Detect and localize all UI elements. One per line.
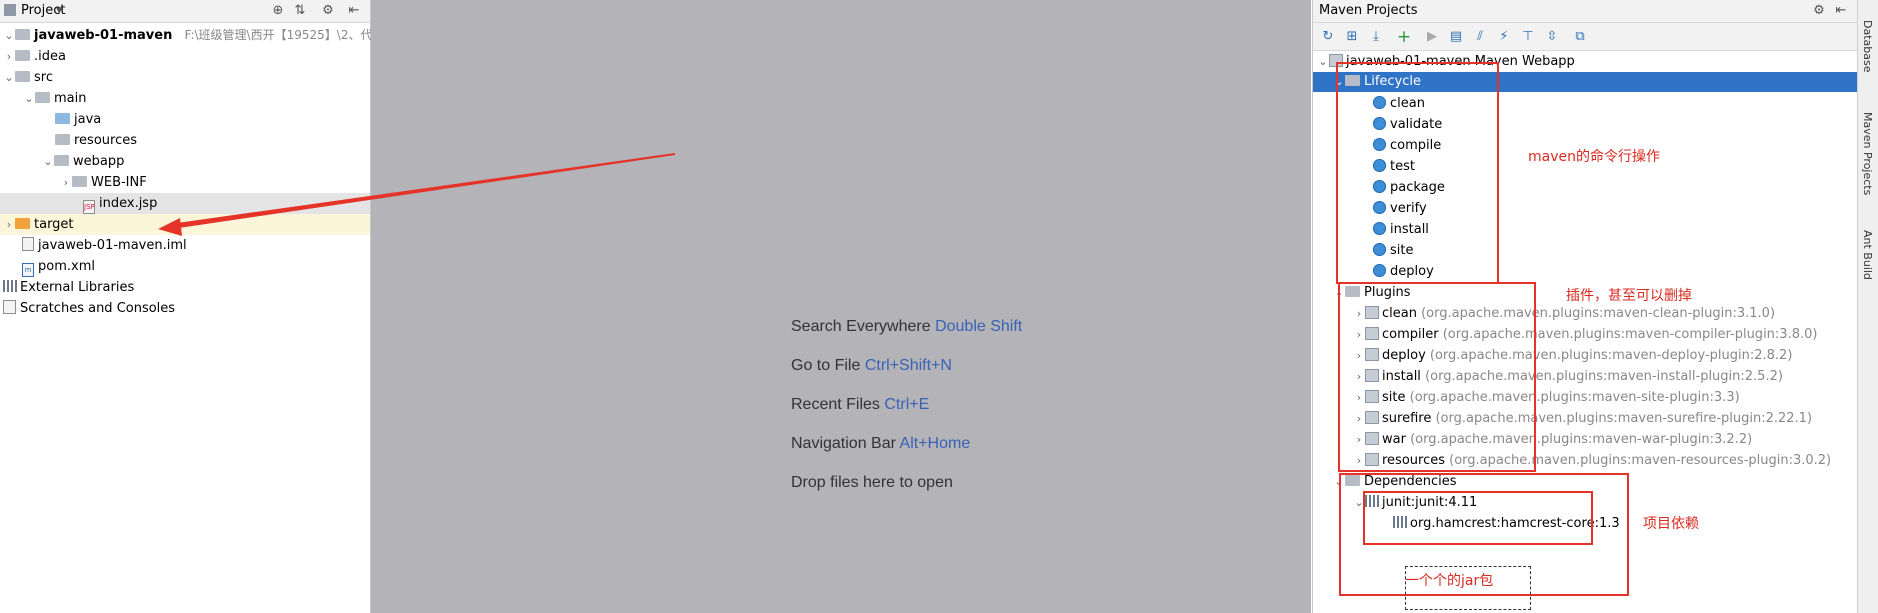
collapse-all-icon[interactable]: ⇳ <box>1543 28 1561 46</box>
annotation-box-plugins <box>1338 282 1536 472</box>
settings-gear-icon[interactable]: ⚙ <box>1811 3 1827 19</box>
add-icon[interactable]: + <box>1395 28 1413 46</box>
maven-panel-header: Maven Projects ⚙ ⇤ <box>1313 0 1857 23</box>
annotation-jar-note: 一个个的jar包 <box>1405 573 1494 589</box>
maven-toolbar: ↻ ⊞ ⤓ + ▶ ▤ ⫽ ⚡ ⊤ ⇳ ⧉ <box>1313 23 1857 51</box>
hide-panel-icon[interactable]: ⇤ <box>1833 3 1849 19</box>
tool-tab-maven-projects[interactable]: Maven Projects <box>1861 112 1874 195</box>
maven-projects-panel: Maven Projects ⚙ ⇤ ↻ ⊞ ⤓ + ▶ ▤ ⫽ ⚡ ⊤ ⇳ ⧉… <box>1312 0 1857 613</box>
skip-tests-icon[interactable]: ⚡ <box>1495 28 1513 46</box>
download-icon[interactable]: ⤓ <box>1367 28 1385 46</box>
run-icon[interactable]: ▶ <box>1423 28 1441 46</box>
annotation-plugins-note: 插件，甚至可以删掉 <box>1566 288 1692 304</box>
toggle-offline-icon[interactable]: ⫽ <box>1471 28 1489 46</box>
maven-panel-title: Maven Projects <box>1319 3 1418 18</box>
annotation-lifecycle-note: maven的命令行操作 <box>1528 149 1660 165</box>
tool-tab-ant-build[interactable]: Ant Build <box>1861 230 1874 280</box>
annotation-box-lifecycle <box>1336 62 1499 284</box>
show-dependencies-icon[interactable]: ⊤ <box>1519 28 1537 46</box>
reimport-icon[interactable]: ↻ <box>1319 28 1337 46</box>
maven-settings-icon[interactable]: ⧉ <box>1571 28 1589 46</box>
generate-sources-icon[interactable]: ⊞ <box>1343 28 1361 46</box>
right-tool-strip: Database Maven Projects Ant Build <box>1857 0 1878 613</box>
tool-tab-database[interactable]: Database <box>1861 20 1874 73</box>
chevron-down-icon[interactable]: ⌄ <box>1317 51 1329 72</box>
arrow-head <box>158 218 182 236</box>
arrow-shaft <box>170 153 675 229</box>
execute-goal-icon[interactable]: ▤ <box>1447 28 1465 46</box>
annotation-box-dep-items <box>1363 491 1593 545</box>
annotation-deps-note: 项目依赖 <box>1643 516 1699 532</box>
